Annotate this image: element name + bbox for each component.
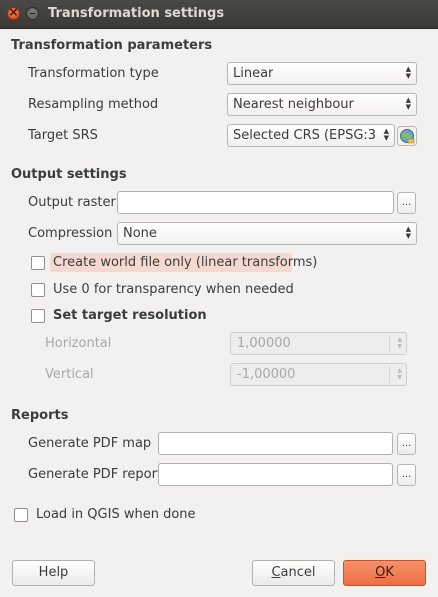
combo-arrows-icon: ▲ ▼: [405, 65, 411, 80]
window-title: Transformation settings: [48, 6, 225, 21]
spin-arrows-icon: ▲ ▼: [397, 336, 402, 350]
transformation-type-value: Linear: [233, 66, 274, 81]
pdf-map-browse-button[interactable]: ...: [397, 433, 416, 455]
title-bar: Transformation settings: [0, 0, 438, 29]
spin-separator: [389, 335, 390, 352]
cancel-button[interactable]: Cancel: [252, 560, 335, 586]
target-srs-combo[interactable]: Selected CRS (EPSG:3275 ▲▼: [227, 124, 395, 147]
load-in-qgis-checkbox[interactable]: [14, 508, 28, 522]
cancel-label-rest: ancel: [280, 565, 316, 580]
resampling-method-combo[interactable]: Nearest neighbour ▲ ▼: [227, 93, 417, 116]
cancel-mnemonic: C: [271, 565, 281, 580]
minimize-window-icon[interactable]: [26, 7, 39, 20]
close-window-icon[interactable]: [7, 5, 20, 20]
horizontal-spinbox: 1,00000 ▲ ▼: [230, 332, 407, 355]
pdf-report-input[interactable]: [158, 463, 393, 486]
combo-arrows-icon: ▲ ▼: [405, 96, 411, 111]
target-srs-label: Target SRS: [28, 128, 98, 143]
globe-crs-icon[interactable]: [397, 126, 417, 146]
combo-arrows-icon: ▲ ▼: [383, 127, 389, 142]
transformation-type-label: Transformation type: [28, 66, 159, 81]
pdf-map-input[interactable]: [158, 432, 393, 455]
load-in-qgis-label[interactable]: Load in QGIS when done: [36, 507, 196, 522]
output-raster-label: Output raster: [28, 195, 116, 210]
combo-arrows-icon: ▲ ▼: [405, 225, 411, 240]
world-file-label[interactable]: Create world file only (linear transform…: [53, 255, 317, 270]
transformation-parameters-heading: Transformation parameters: [11, 38, 213, 53]
vertical-spinbox: -1,00000 ▲ ▼: [230, 363, 407, 386]
compression-combo[interactable]: None ▲ ▼: [117, 222, 417, 245]
ok-mnemonic: O: [375, 565, 386, 580]
compression-label: Compression: [28, 226, 113, 241]
spin-separator: [389, 366, 390, 383]
compression-value: None: [123, 226, 157, 241]
horizontal-label: Horizontal: [45, 336, 112, 351]
world-file-checkbox[interactable]: [31, 256, 45, 270]
pdf-report-browse-button[interactable]: ...: [397, 464, 416, 486]
target-resolution-checkbox[interactable]: [31, 309, 45, 323]
output-raster-input[interactable]: [117, 191, 394, 214]
output-settings-heading: Output settings: [11, 167, 127, 182]
spin-arrows-icon: ▲ ▼: [397, 367, 402, 381]
horizontal-value: 1,00000: [237, 336, 291, 351]
resampling-method-label: Resampling method: [28, 97, 159, 112]
vertical-label: Vertical: [45, 367, 94, 382]
pdf-map-label: Generate PDF map: [28, 436, 152, 451]
reports-heading: Reports: [11, 408, 69, 423]
output-raster-browse-button[interactable]: ...: [397, 192, 416, 214]
ok-button[interactable]: OK: [343, 560, 426, 586]
transformation-type-combo[interactable]: Linear ▲ ▼: [227, 62, 417, 85]
target-srs-value: Selected CRS (EPSG:3275: [233, 128, 377, 143]
target-resolution-label[interactable]: Set target resolution: [53, 308, 207, 323]
resampling-method-value: Nearest neighbour: [233, 97, 354, 112]
zero-transparency-label[interactable]: Use 0 for transparency when needed: [53, 282, 294, 297]
ok-label-rest: K: [385, 565, 394, 580]
pdf-report-label: Generate PDF report: [28, 467, 163, 482]
zero-transparency-checkbox[interactable]: [31, 283, 45, 297]
vertical-value: -1,00000: [237, 367, 296, 382]
help-button[interactable]: Help: [12, 560, 95, 586]
